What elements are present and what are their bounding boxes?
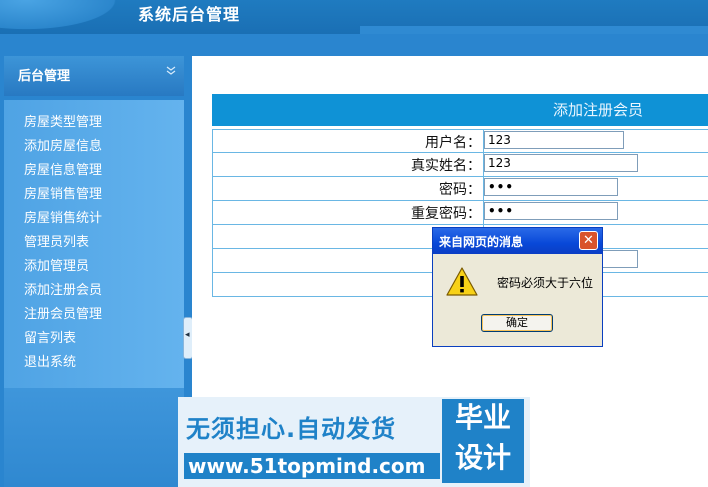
watermark-badge: 毕业 设计 — [442, 399, 524, 483]
sidebar-item-logout[interactable]: 退出系统 — [4, 352, 184, 376]
sidebar-item-add-admin[interactable]: 添加管理员 — [4, 256, 184, 280]
sidebar-lower-panel — [4, 388, 184, 487]
badge-line-1: 毕业 — [454, 401, 511, 434]
dialog-titlebar[interactable]: 来自网页的消息 ✕ — [433, 228, 602, 254]
sidebar: 后台管理 房屋类型管理 添加房屋信息 房屋信息管理 房屋销售管理 房屋销售统计 … — [0, 34, 192, 487]
warning-icon — [445, 266, 479, 302]
form-caption-text: 添加注册会员 — [553, 101, 644, 119]
watermark-url: www.51topmind.com — [184, 453, 440, 479]
dialog-title: 来自网页的消息 — [439, 235, 524, 249]
sidebar-item-member-manage[interactable]: 注册会员管理 — [4, 304, 184, 328]
form-row-realname: 真实姓名： — [212, 153, 708, 177]
watermark-banner: 无须担心.自动发货 www.51topmind.com 毕业 设计 — [178, 397, 530, 487]
password-label: 密码： — [439, 182, 481, 198]
realname-label: 真实姓名： — [411, 158, 481, 174]
sidebar-item-house-sales[interactable]: 房屋销售管理 — [4, 184, 184, 208]
username-input[interactable] — [484, 131, 624, 149]
sidebar-item-house-type[interactable]: 房屋类型管理 — [4, 112, 184, 136]
form-row-username: 用户名： — [212, 129, 708, 153]
sidebar-panel-title: 后台管理 — [18, 69, 71, 84]
main-top-strip — [192, 34, 708, 56]
ok-button[interactable]: 确定 — [481, 314, 553, 332]
sidebar-item-add-house[interactable]: 添加房屋信息 — [4, 136, 184, 160]
sidebar-menu: 房屋类型管理 添加房屋信息 房屋信息管理 房屋销售管理 房屋销售统计 管理员列表… — [4, 100, 184, 388]
confirm-password-input[interactable] — [484, 202, 618, 220]
badge-line-2: 设计 — [454, 441, 511, 474]
realname-input[interactable] — [484, 154, 638, 172]
form-row-confirm-password: 重复密码： — [212, 201, 708, 225]
form-caption: 添加注册会员 — [212, 94, 708, 126]
password-input[interactable] — [484, 178, 618, 196]
header-decoration — [0, 0, 130, 34]
sidebar-panel-header[interactable]: 后台管理 — [4, 56, 184, 96]
dialog-message: 密码必须大于六位 — [497, 276, 594, 290]
triangle-left-icon: ◂ — [185, 330, 190, 340]
sidebar-item-messages[interactable]: 留言列表 — [4, 328, 184, 352]
sidebar-item-house-info[interactable]: 房屋信息管理 — [4, 160, 184, 184]
header-band — [360, 26, 708, 34]
sidebar-item-sales-stats[interactable]: 房屋销售统计 — [4, 208, 184, 232]
username-label: 用户名： — [425, 135, 481, 151]
close-icon[interactable]: ✕ — [579, 231, 598, 250]
app-header: 系统后台管理 — [0, 0, 708, 34]
watermark-slogan: 无须担心.自动发货 — [186, 415, 397, 443]
sidebar-item-admin-list[interactable]: 管理员列表 — [4, 232, 184, 256]
alert-dialog: 来自网页的消息 ✕ 密码必须大于六位 确定 — [432, 227, 603, 347]
confirm-password-label: 重复密码： — [411, 206, 481, 222]
app-title: 系统后台管理 — [138, 5, 241, 24]
form-row-password: 密码： — [212, 177, 708, 201]
double-chevron-down-icon[interactable] — [166, 66, 176, 79]
sidebar-item-add-member[interactable]: 添加注册会员 — [4, 280, 184, 304]
